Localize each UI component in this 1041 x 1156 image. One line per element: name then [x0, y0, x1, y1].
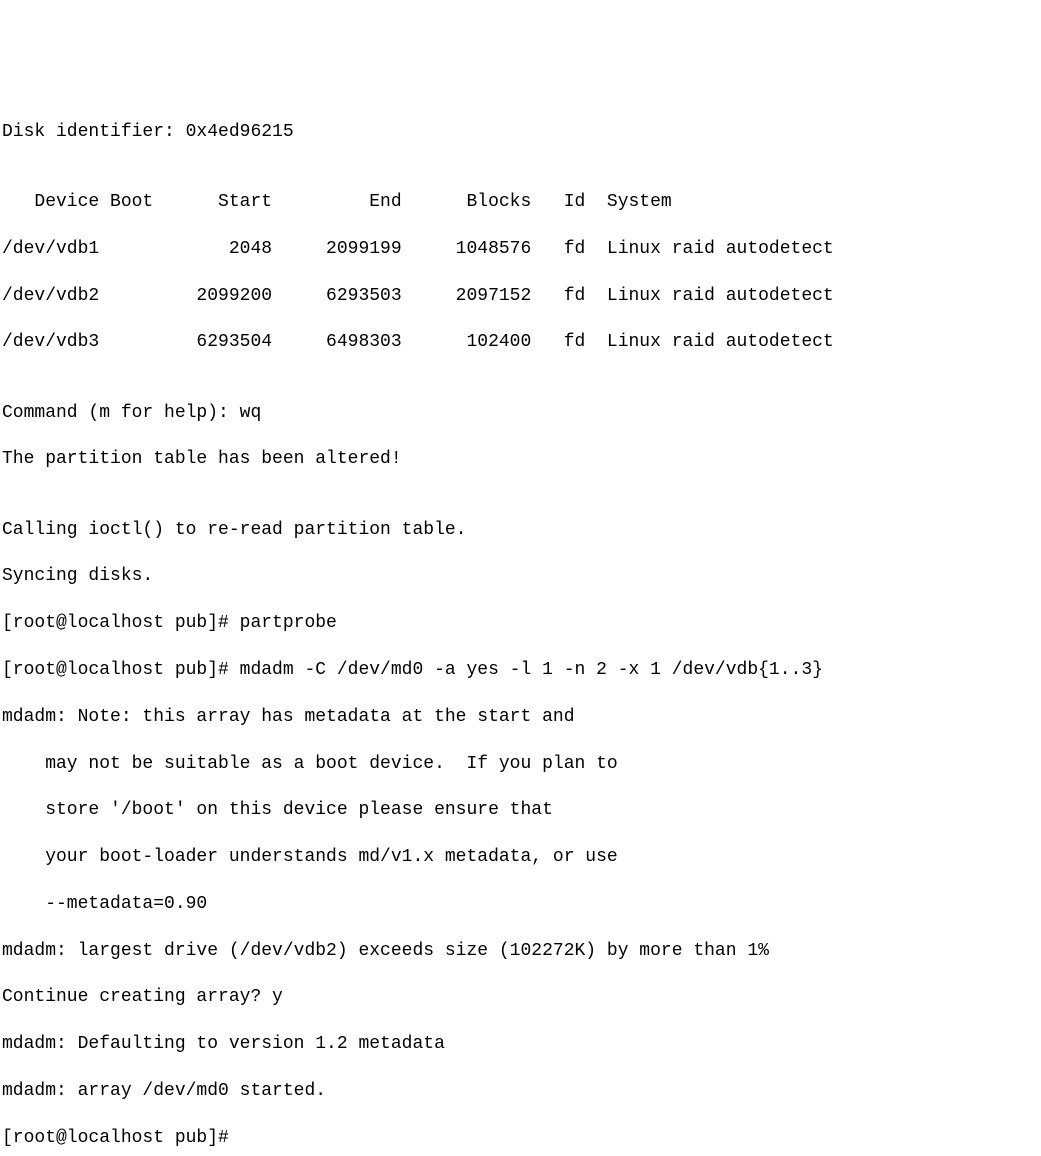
fdisk-command-prompt: Command (m for help): wq: [2, 402, 1039, 425]
mdadm-note: mdadm: Note: this array has metadata at …: [2, 706, 1039, 729]
mdadm-note: your boot-loader understands md/v1.x met…: [2, 846, 1039, 869]
continue-prompt: Continue creating array? y: [2, 986, 1039, 1009]
terminal-output[interactable]: Disk identifier: 0x4ed96215 Device Boot …: [2, 98, 1039, 1156]
partition-table-header: Device Boot Start End Blocks Id System: [2, 191, 1039, 214]
partition-row: /dev/vdb3 6293504 6498303 102400 fd Linu…: [2, 331, 1039, 354]
partition-altered-msg: The partition table has been altered!: [2, 448, 1039, 471]
mdadm-note: store '/boot' on this device please ensu…: [2, 799, 1039, 822]
partition-row: /dev/vdb2 2099200 6293503 2097152 fd Lin…: [2, 285, 1039, 308]
mdadm-note: --metadata=0.90: [2, 893, 1039, 916]
syncing-msg: Syncing disks.: [2, 565, 1039, 588]
mdadm-size-warning: mdadm: largest drive (/dev/vdb2) exceeds…: [2, 940, 1039, 963]
ioctl-msg: Calling ioctl() to re-read partition tab…: [2, 519, 1039, 542]
shell-prompt-empty[interactable]: [root@localhost pub]#: [2, 1127, 1039, 1150]
mdadm-started-msg: mdadm: array /dev/md0 started.: [2, 1080, 1039, 1103]
partition-row: /dev/vdb1 2048 2099199 1048576 fd Linux …: [2, 238, 1039, 261]
shell-prompt-partprobe: [root@localhost pub]# partprobe: [2, 612, 1039, 635]
mdadm-note: may not be suitable as a boot device. If…: [2, 753, 1039, 776]
shell-prompt-mdadm: [root@localhost pub]# mdadm -C /dev/md0 …: [2, 659, 1039, 682]
disk-identifier: Disk identifier: 0x4ed96215: [2, 121, 1039, 144]
mdadm-default-msg: mdadm: Defaulting to version 1.2 metadat…: [2, 1033, 1039, 1056]
